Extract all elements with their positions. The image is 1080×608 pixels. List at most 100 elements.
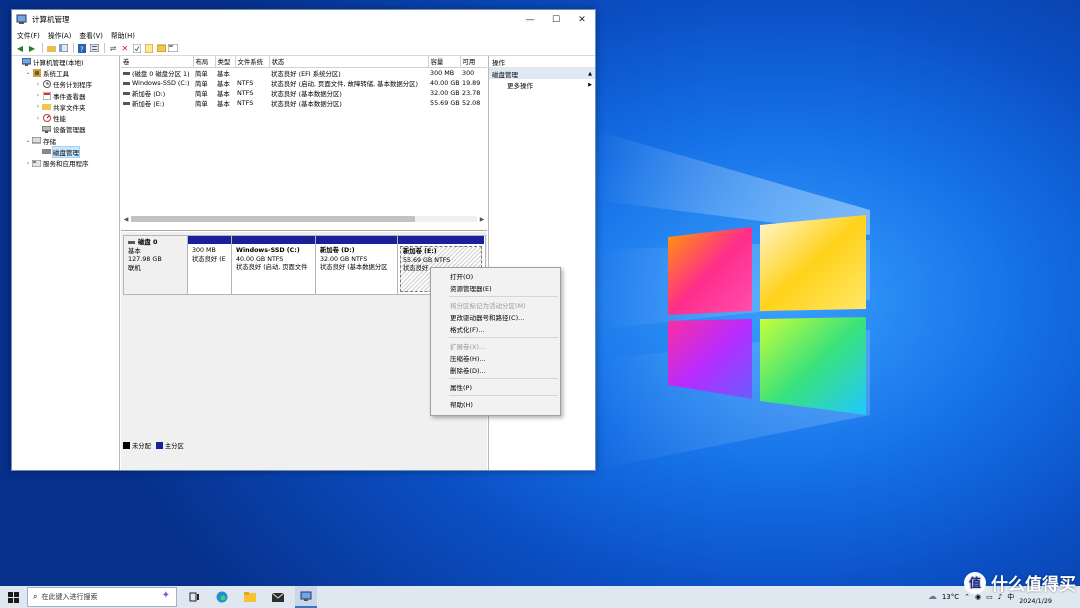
context-menu-item[interactable]: 打开(O) <box>431 270 560 282</box>
table-cell: 300 MB <box>430 69 455 77</box>
disk-info[interactable]: 磁盘 0 基本 127.98 GB 联机 <box>124 236 188 294</box>
table-row[interactable]: 新加卷 (D:) 简单 基本 NTFS 状态良好 (基本数据分区) 32.00 GB 23.… <box>121 88 487 98</box>
actions-section-disk-management[interactable]: 磁盘管理 ▲ <box>489 68 595 79</box>
tree-item[interactable]: › 性能 <box>12 112 119 123</box>
search-icon: ⌕ <box>33 592 38 601</box>
menu-separator <box>449 337 558 338</box>
scroll-thumb[interactable] <box>131 216 415 222</box>
tree-item[interactable]: › 服务和应用程序 <box>12 158 119 169</box>
task-view-icon[interactable] <box>183 586 205 608</box>
tree-item[interactable]: › 任务计划程序 <box>12 79 119 90</box>
volume-icon <box>123 72 130 75</box>
menu-help[interactable]: 帮助(H) <box>111 30 135 40</box>
menu-action[interactable]: 操作(A) <box>48 30 72 40</box>
show-tree-icon[interactable] <box>58 43 68 53</box>
weather-icon[interactable]: ☁ <box>928 592 937 602</box>
context-menu-item[interactable]: 压缩卷(H)... <box>431 352 560 364</box>
search-highlight-icon: ✦ <box>161 590 170 601</box>
context-menu-item[interactable]: 属性(P) <box>431 381 560 393</box>
partition-d[interactable]: 新加卷 (D:) 32.00 GB NTFS 状态良好 (基本数据分区 <box>316 236 398 294</box>
edge-browser-icon[interactable] <box>211 586 233 608</box>
context-menu-item[interactable]: 资源管理器(E) <box>431 282 560 294</box>
column-header[interactable]: 文件系统 <box>235 56 270 68</box>
back-arrow-icon[interactable]: ◀ <box>15 43 25 53</box>
tree-item[interactable]: › 共享文件夹 <box>12 101 119 112</box>
scroll-left-icon[interactable]: ◀ <box>121 216 131 223</box>
partition-efi[interactable]: 300 MB 状态良好 (E <box>188 236 232 294</box>
context-menu-item[interactable]: 格式化(F)... <box>431 323 560 335</box>
column-header[interactable]: 卷 <box>121 56 194 68</box>
title-bar[interactable]: 计算机管理 — ☐ ✕ <box>12 10 595 29</box>
start-button[interactable] <box>4 586 22 608</box>
context-menu-item: 将分区标记为活动分区(M) <box>450 302 526 310</box>
console-icon[interactable] <box>168 43 178 53</box>
collapsed-chevron-icon[interactable]: › <box>34 92 42 99</box>
legend-swatch-unallocated <box>123 441 130 449</box>
open-folder-icon[interactable] <box>156 43 166 53</box>
disk-icon <box>128 240 135 244</box>
mail-icon[interactable] <box>267 586 289 608</box>
column-header[interactable]: 类型 <box>215 56 236 68</box>
table-cell: 基本 <box>217 89 230 98</box>
context-menu-item[interactable]: 更改驱动器号和路径(C)... <box>431 311 560 323</box>
new-folder-icon[interactable] <box>144 43 154 53</box>
disk-type: 基本 <box>128 246 141 255</box>
tree-item[interactable]: 设备管理器 <box>12 124 119 135</box>
collapsed-chevron-icon[interactable]: › <box>34 115 42 122</box>
help-icon[interactable]: ? <box>77 43 87 53</box>
computer-management-taskbar-icon[interactable] <box>295 586 317 608</box>
tree-item[interactable]: › 事件查看器 <box>12 90 119 101</box>
table-cell: 300 <box>462 69 475 77</box>
menu-view[interactable]: 查看(V) <box>79 30 103 40</box>
minimize-button[interactable]: — <box>517 10 543 29</box>
performance-icon <box>42 114 51 123</box>
legend-unallocated: 未分配 <box>132 442 151 450</box>
forward-arrow-icon[interactable]: ▶ <box>27 43 37 53</box>
file-explorer-icon[interactable] <box>239 586 261 608</box>
properties-icon[interactable] <box>89 43 99 53</box>
column-header[interactable]: 状态 <box>269 56 429 68</box>
weather-temp[interactable]: 13°C <box>942 593 959 601</box>
connect-icon[interactable]: ⇌ <box>108 43 118 53</box>
close-button[interactable]: ✕ <box>569 10 595 29</box>
tree-item[interactable]: ⌄ 系统工具 <box>12 67 119 78</box>
column-header[interactable]: 容量 <box>428 56 461 68</box>
tree-item[interactable]: ⌄ 存储 <box>12 135 119 146</box>
partition-c[interactable]: Windows-SSD (C:) 40.00 GB NTFS 状态良好 (启动,… <box>232 236 316 294</box>
collapsed-chevron-icon[interactable]: › <box>34 81 42 88</box>
column-header[interactable]: 布局 <box>193 56 216 68</box>
table-cell: 简单 <box>195 69 208 78</box>
more-actions-item[interactable]: 更多操作 ▶ <box>489 79 595 90</box>
volume-name: 新加卷 (E:) <box>132 99 165 108</box>
horizontal-scrollbar[interactable]: ◀ ▶ <box>121 214 487 224</box>
table-row[interactable]: (磁盘 0 磁盘分区 1) 简单 基本 状态良好 (EFI 系统分区) 300 MB 30… <box>121 68 487 79</box>
tree-item-label: 任务计划程序 <box>53 81 92 90</box>
collapsed-chevron-icon[interactable]: › <box>34 103 42 110</box>
table-row[interactable]: 新加卷 (E:) 简单 基本 NTFS 状态良好 (基本数据分区) 55.69 GB 52.… <box>121 98 487 108</box>
table-row[interactable]: Windows-SSD (C:) 简单 基本 NTFS 状态良好 (启动, 页面文件, … <box>121 78 487 88</box>
table-cell: 55.69 GB <box>430 99 460 107</box>
maximize-button[interactable]: ☐ <box>543 10 569 29</box>
check-icon[interactable] <box>132 43 142 53</box>
legend: 未分配 主分区 <box>123 440 184 450</box>
collapsed-chevron-icon[interactable]: › <box>24 160 32 167</box>
context-menu-item[interactable]: 帮助(H) <box>431 398 560 410</box>
toolbar: ◀ ▶ ? ⇌ ✕ <box>12 41 595 56</box>
taskbar-search-box[interactable]: ⌕ 在此键入进行搜索 ✦ <box>27 587 177 607</box>
column-header[interactable]: 可用 <box>460 56 487 68</box>
scroll-right-icon[interactable]: ▶ <box>477 216 487 223</box>
volume-name: Windows-SSD (C:) <box>132 79 190 87</box>
computer-management-icon <box>16 14 28 26</box>
menu-file[interactable]: 文件(F) <box>17 30 40 40</box>
expanded-chevron-icon[interactable]: ⌄ <box>24 137 32 144</box>
actions-header: 操作 <box>489 56 595 68</box>
event-icon <box>42 91 51 100</box>
tree-item[interactable]: 磁盘管理 <box>12 146 119 159</box>
table-cell: NTFS <box>237 79 254 87</box>
context-menu-item[interactable]: 删除卷(D)... <box>431 364 560 376</box>
delete-icon[interactable]: ✕ <box>120 43 130 53</box>
up-folder-icon[interactable] <box>46 43 56 53</box>
tree-item[interactable]: 计算机管理(本地) <box>12 56 119 67</box>
collapse-up-icon[interactable]: ▲ <box>588 71 592 77</box>
expanded-chevron-icon[interactable]: ⌄ <box>24 69 32 76</box>
